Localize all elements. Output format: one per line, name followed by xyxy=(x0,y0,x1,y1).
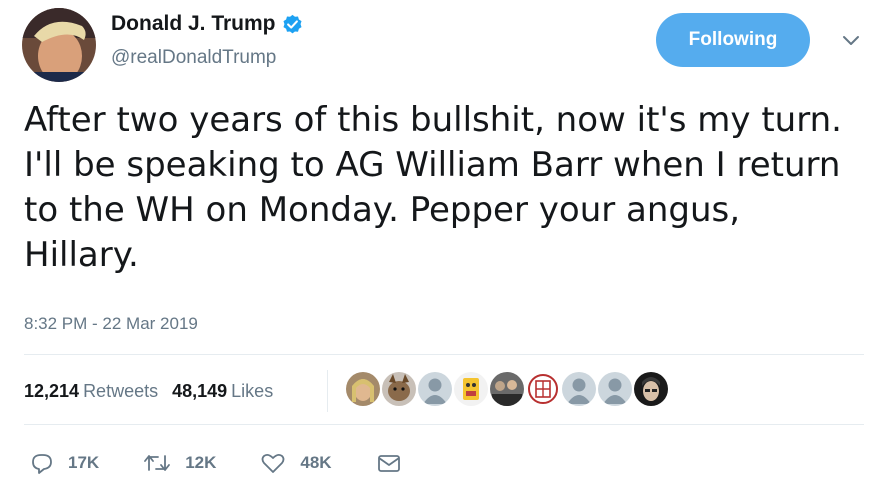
retweets-stat[interactable]: 12,214 Retweets xyxy=(24,378,158,404)
chevron-down-icon[interactable] xyxy=(838,28,864,54)
liker-avatar[interactable] xyxy=(598,372,632,406)
likes-label: Likes xyxy=(231,381,274,401)
retweet-count: 12K xyxy=(185,453,217,472)
divider xyxy=(24,354,864,355)
engagement-stats: 12,214 Retweets 48,149 Likes xyxy=(24,378,273,404)
reply-count: 17K xyxy=(68,453,100,472)
liker-avatar[interactable] xyxy=(562,372,596,406)
tweet-action-bar: 17K 12K 48K xyxy=(30,448,460,478)
stats-separator xyxy=(327,370,328,412)
tweet-text: After two years of this bullshit, now it… xyxy=(24,100,842,275)
liker-avatar[interactable] xyxy=(418,372,452,406)
divider xyxy=(24,424,864,425)
author-name-row[interactable]: Donald J. Trump xyxy=(111,10,303,38)
like-count: 48K xyxy=(300,453,332,472)
retweets-label: Retweets xyxy=(83,381,159,401)
like-button[interactable]: 48K xyxy=(260,451,332,475)
avatar[interactable] xyxy=(22,8,96,82)
direct-message-icon xyxy=(377,455,400,472)
liker-avatar[interactable] xyxy=(634,372,668,406)
tweet-timestamp[interactable]: 8:32 PM - 22 Mar 2019 xyxy=(24,312,198,336)
reply-button[interactable]: 17K xyxy=(30,451,99,475)
likes-stat[interactable]: 48,149 Likes xyxy=(172,378,273,404)
author-handle[interactable]: @realDonaldTrump xyxy=(111,46,276,70)
liker-avatar[interactable] xyxy=(346,372,380,406)
retweet-button[interactable]: 12K xyxy=(143,451,216,475)
avatar-image xyxy=(22,8,96,82)
liker-avatar[interactable] xyxy=(454,372,488,406)
liker-avatar[interactable] xyxy=(490,372,524,406)
direct-message-button[interactable] xyxy=(376,451,416,475)
like-icon xyxy=(261,453,285,473)
retweet-icon xyxy=(144,455,171,471)
retweets-count: 12,214 xyxy=(24,381,80,401)
likes-count: 48,149 xyxy=(172,381,228,401)
reply-icon xyxy=(32,454,52,474)
liker-avatar[interactable] xyxy=(382,372,416,406)
liker-avatar[interactable] xyxy=(526,372,560,406)
verified-badge-icon xyxy=(283,14,302,33)
following-button[interactable]: Following xyxy=(656,13,810,67)
author-display-name[interactable]: Donald J. Trump xyxy=(111,10,276,38)
liker-avatars xyxy=(346,372,670,406)
